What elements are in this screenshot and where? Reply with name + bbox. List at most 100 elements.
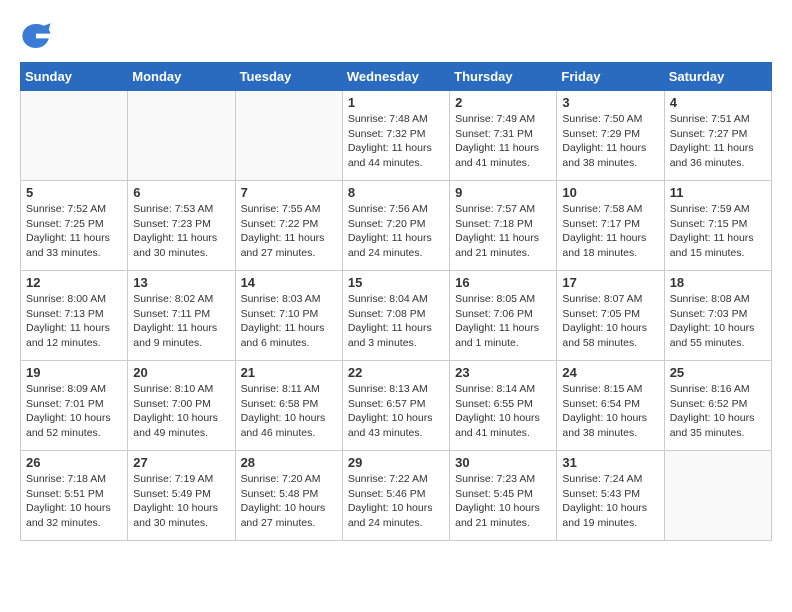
day-info: Sunrise: 7:50 AM Sunset: 7:29 PM Dayligh… — [562, 112, 658, 171]
day-info: Sunrise: 7:24 AM Sunset: 5:43 PM Dayligh… — [562, 472, 658, 531]
day-info: Sunrise: 7:49 AM Sunset: 7:31 PM Dayligh… — [455, 112, 551, 171]
day-number: 6 — [133, 185, 229, 200]
day-number: 21 — [241, 365, 337, 380]
day-cell: 28 Sunrise: 7:20 AM Sunset: 5:48 PM Dayli… — [235, 451, 342, 541]
day-number: 11 — [670, 185, 766, 200]
day-info: Sunrise: 7:20 AM Sunset: 5:48 PM Dayligh… — [241, 472, 337, 531]
calendar-table: SundayMondayTuesdayWednesdayThursdayFrid… — [20, 62, 772, 541]
day-cell: 22Sunrise: 8:13 AM Sunset: 6:57 PM Dayli… — [342, 361, 449, 451]
day-info: Sunrise: 7:58 AM Sunset: 7:17 PM Dayligh… — [562, 202, 658, 261]
day-cell: 27 Sunrise: 7:19 AM Sunset: 5:49 PM Dayli… — [128, 451, 235, 541]
day-number: 8 — [348, 185, 444, 200]
day-number: 15 — [348, 275, 444, 290]
day-info: Sunrise: 7:22 AM Sunset: 5:46 PM Dayligh… — [348, 472, 444, 531]
day-info: Sunrise: 8:04 AM Sunset: 7:08 PM Dayligh… — [348, 292, 444, 351]
day-cell: 1 Sunrise: 7:48 AM Sunset: 7:32 PM Daylig… — [342, 91, 449, 181]
day-number: 7 — [241, 185, 337, 200]
day-cell — [664, 451, 771, 541]
day-number: 18 — [670, 275, 766, 290]
day-info: Sunrise: 7:51 AM Sunset: 7:27 PM Dayligh… — [670, 112, 766, 171]
day-number: 5 — [26, 185, 122, 200]
day-info: Sunrise: 8:07 AM Sunset: 7:05 PM Dayligh… — [562, 292, 658, 351]
day-info: Sunrise: 8:09 AM Sunset: 7:01 PM Dayligh… — [26, 382, 122, 441]
day-info: Sunrise: 7:56 AM Sunset: 7:20 PM Dayligh… — [348, 202, 444, 261]
day-cell: 16 Sunrise: 8:05 AM Sunset: 7:06 PM Dayli… — [450, 271, 557, 361]
day-info: Sunrise: 8:00 AM Sunset: 7:13 PM Dayligh… — [26, 292, 122, 351]
logo-icon — [20, 20, 52, 52]
day-cell: 9 Sunrise: 7:57 AM Sunset: 7:18 PM Daylig… — [450, 181, 557, 271]
page-header — [20, 20, 772, 52]
day-info: Sunrise: 7:55 AM Sunset: 7:22 PM Dayligh… — [241, 202, 337, 261]
day-number: 31 — [562, 455, 658, 470]
day-number: 23 — [455, 365, 551, 380]
week-row-5: 26 Sunrise: 7:18 AM Sunset: 5:51 PM Dayli… — [21, 451, 772, 541]
day-cell: 17 Sunrise: 8:07 AM Sunset: 7:05 PM Dayli… — [557, 271, 664, 361]
day-info: Sunrise: 7:18 AM Sunset: 5:51 PM Dayligh… — [26, 472, 122, 531]
day-info: Sunrise: 8:03 AM Sunset: 7:10 PM Dayligh… — [241, 292, 337, 351]
day-cell: 29 Sunrise: 7:22 AM Sunset: 5:46 PM Dayli… — [342, 451, 449, 541]
header-sunday: Sunday — [21, 63, 128, 91]
day-cell: 15 Sunrise: 8:04 AM Sunset: 7:08 PM Dayli… — [342, 271, 449, 361]
day-number: 17 — [562, 275, 658, 290]
day-cell: 23Sunrise: 8:14 AM Sunset: 6:55 PM Dayli… — [450, 361, 557, 451]
week-row-4: 19 Sunrise: 8:09 AM Sunset: 7:01 PM Dayli… — [21, 361, 772, 451]
day-cell: 20 Sunrise: 8:10 AM Sunset: 7:00 PM Dayli… — [128, 361, 235, 451]
day-info: Sunrise: 8:08 AM Sunset: 7:03 PM Dayligh… — [670, 292, 766, 351]
day-cell: 14 Sunrise: 8:03 AM Sunset: 7:10 PM Dayli… — [235, 271, 342, 361]
day-cell: 8 Sunrise: 7:56 AM Sunset: 7:20 PM Daylig… — [342, 181, 449, 271]
day-cell — [235, 91, 342, 181]
day-cell: 26 Sunrise: 7:18 AM Sunset: 5:51 PM Dayli… — [21, 451, 128, 541]
day-info: Sunrise: 7:19 AM Sunset: 5:49 PM Dayligh… — [133, 472, 229, 531]
day-number: 30 — [455, 455, 551, 470]
week-row-2: 5 Sunrise: 7:52 AM Sunset: 7:25 PM Daylig… — [21, 181, 772, 271]
day-info: Sunrise: 7:52 AM Sunset: 7:25 PM Dayligh… — [26, 202, 122, 261]
day-number: 3 — [562, 95, 658, 110]
day-cell: 3 Sunrise: 7:50 AM Sunset: 7:29 PM Daylig… — [557, 91, 664, 181]
day-number: 13 — [133, 275, 229, 290]
day-cell: 11Sunrise: 7:59 AM Sunset: 7:15 PM Dayli… — [664, 181, 771, 271]
day-number: 16 — [455, 275, 551, 290]
header-tuesday: Tuesday — [235, 63, 342, 91]
header-wednesday: Wednesday — [342, 63, 449, 91]
week-row-1: 1 Sunrise: 7:48 AM Sunset: 7:32 PM Daylig… — [21, 91, 772, 181]
day-cell — [21, 91, 128, 181]
day-number: 20 — [133, 365, 229, 380]
day-cell: 6 Sunrise: 7:53 AM Sunset: 7:23 PM Daylig… — [128, 181, 235, 271]
day-info: Sunrise: 8:11 AM Sunset: 6:58 PM Dayligh… — [241, 382, 337, 441]
day-number: 1 — [348, 95, 444, 110]
day-number: 10 — [562, 185, 658, 200]
day-number: 14 — [241, 275, 337, 290]
day-number: 4 — [670, 95, 766, 110]
day-number: 28 — [241, 455, 337, 470]
day-number: 9 — [455, 185, 551, 200]
day-cell: 24 Sunrise: 8:15 AM Sunset: 6:54 PM Dayli… — [557, 361, 664, 451]
day-number: 29 — [348, 455, 444, 470]
day-info: Sunrise: 8:05 AM Sunset: 7:06 PM Dayligh… — [455, 292, 551, 351]
day-cell: 12Sunrise: 8:00 AM Sunset: 7:13 PM Dayli… — [21, 271, 128, 361]
header-thursday: Thursday — [450, 63, 557, 91]
logo — [20, 20, 56, 52]
header-row: SundayMondayTuesdayWednesdayThursdayFrid… — [21, 63, 772, 91]
day-cell: 10 Sunrise: 7:58 AM Sunset: 7:17 PM Dayli… — [557, 181, 664, 271]
day-info: Sunrise: 8:10 AM Sunset: 7:00 PM Dayligh… — [133, 382, 229, 441]
day-cell: 4 Sunrise: 7:51 AM Sunset: 7:27 PM Daylig… — [664, 91, 771, 181]
day-info: Sunrise: 8:02 AM Sunset: 7:11 PM Dayligh… — [133, 292, 229, 351]
header-saturday: Saturday — [664, 63, 771, 91]
day-cell: 7 Sunrise: 7:55 AM Sunset: 7:22 PM Daylig… — [235, 181, 342, 271]
day-cell: 13 Sunrise: 8:02 AM Sunset: 7:11 PM Dayli… — [128, 271, 235, 361]
day-cell: 30 Sunrise: 7:23 AM Sunset: 5:45 PM Dayli… — [450, 451, 557, 541]
day-number: 24 — [562, 365, 658, 380]
day-info: Sunrise: 7:57 AM Sunset: 7:18 PM Dayligh… — [455, 202, 551, 261]
day-info: Sunrise: 8:16 AM Sunset: 6:52 PM Dayligh… — [670, 382, 766, 441]
day-cell: 5 Sunrise: 7:52 AM Sunset: 7:25 PM Daylig… — [21, 181, 128, 271]
day-cell: 19 Sunrise: 8:09 AM Sunset: 7:01 PM Dayli… — [21, 361, 128, 451]
day-number: 25 — [670, 365, 766, 380]
day-info: Sunrise: 7:23 AM Sunset: 5:45 PM Dayligh… — [455, 472, 551, 531]
day-info: Sunrise: 8:15 AM Sunset: 6:54 PM Dayligh… — [562, 382, 658, 441]
day-info: Sunrise: 7:48 AM Sunset: 7:32 PM Dayligh… — [348, 112, 444, 171]
day-number: 27 — [133, 455, 229, 470]
day-number: 26 — [26, 455, 122, 470]
day-cell: 21 Sunrise: 8:11 AM Sunset: 6:58 PM Dayli… — [235, 361, 342, 451]
day-number: 19 — [26, 365, 122, 380]
day-info: Sunrise: 7:53 AM Sunset: 7:23 PM Dayligh… — [133, 202, 229, 261]
